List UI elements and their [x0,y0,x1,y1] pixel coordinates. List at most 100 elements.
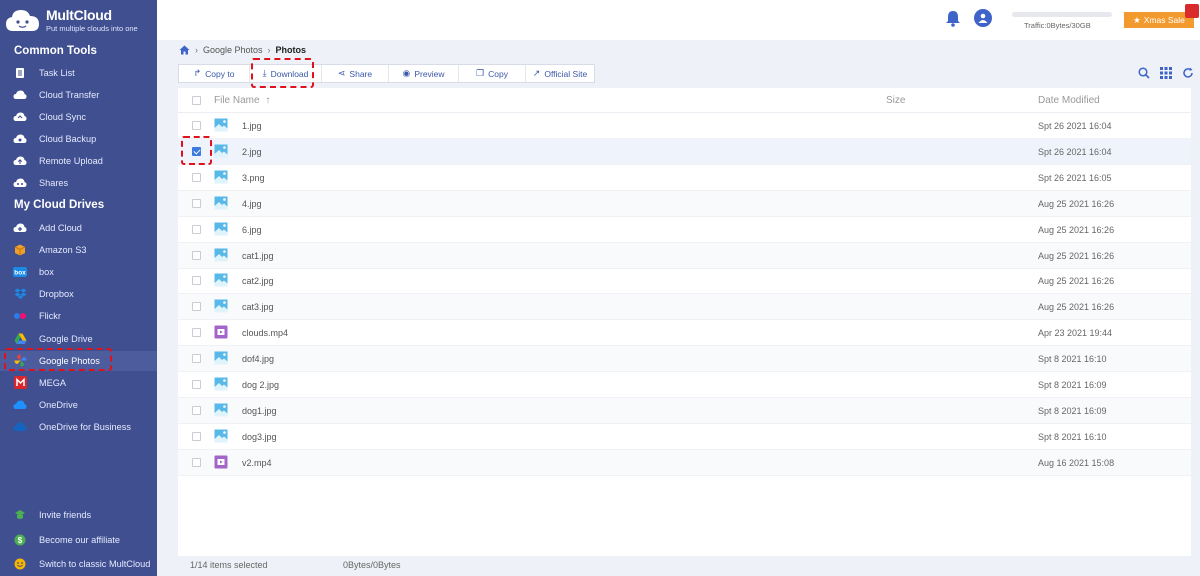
logo[interactable]: MultCloud Put multiple clouds into one [5,5,155,37]
row-checkbox[interactable] [192,224,201,234]
common-tools-title: Common Tools [14,45,97,57]
sidebar-item-shares[interactable]: Shares [0,173,157,193]
table-row[interactable]: dog1.jpg Spt 8 2021 16:09 [178,397,1191,424]
copy-to-button[interactable]: ↱ Copy to [179,65,250,82]
breadcrumb-parent[interactable]: Google Photos [203,45,263,55]
share-button[interactable]: ⋖ Share [322,65,389,82]
home-icon[interactable] [179,45,190,55]
sidebar-item-flickr[interactable]: Flickr [0,306,157,326]
file-date-modified: Spt 26 2021 16:05 [1038,172,1112,183]
refresh-icon[interactable] [1182,67,1194,79]
sidebar-item-remote-upload[interactable]: Remote Upload [0,151,157,171]
file-name[interactable]: clouds.mp4 [242,328,288,338]
table-row[interactable]: dof4.jpg Spt 8 2021 16:10 [178,346,1191,373]
row-checkbox[interactable] [192,380,201,389]
table-row[interactable]: cat2.jpg Aug 25 2021 16:26 [178,268,1191,295]
sidebar-item-cloud-sync[interactable]: Cloud Sync [0,107,157,127]
table-row[interactable]: 3.png Spt 26 2021 16:05 [178,165,1191,191]
row-checkbox[interactable] [192,302,201,312]
file-name[interactable]: 1.jpg [242,121,262,131]
row-checkbox[interactable] [192,250,201,260]
row-checkbox[interactable] [192,354,201,364]
row-checkbox[interactable] [192,198,201,208]
search-icon[interactable] [1138,67,1150,79]
star-icon: ★ [1133,14,1141,25]
sidebar-item-google-photos[interactable]: Google Photos [0,350,157,371]
sidebar-item-switch-to-classic-multcloud[interactable]: Switch to classic MultCloud [0,554,157,574]
file-table: File Name ↑ Size Date Modified 1.jpg Spt … [178,88,1191,556]
file-name[interactable]: dog1.jpg [242,406,277,416]
user-avatar[interactable] [974,9,992,27]
sidebar-item-task-list[interactable]: Task List [0,63,157,83]
file-name[interactable]: 3.png [242,173,265,183]
sidebar-item-box[interactable]: box box [0,262,157,282]
sidebar-item-label: Remote Upload [39,156,103,166]
file-name[interactable]: v2.mp4 [242,458,272,468]
sidebar-item-add-cloud[interactable]: Add Cloud [0,218,157,238]
table-row[interactable]: dog3.jpg Spt 8 2021 16:10 [178,424,1191,450]
file-name[interactable]: 2.jpg [242,147,262,157]
sidebar-item-onedrive[interactable]: OneDrive [0,395,157,415]
file-name[interactable]: dog 2.jpg [242,380,279,390]
column-date-modified[interactable]: Date Modified [1038,95,1100,106]
file-name[interactable]: dog3.jpg [242,432,277,442]
column-file-name[interactable]: File Name ↑ [214,95,270,106]
row-checkbox[interactable] [192,405,201,415]
table-row[interactable]: cat3.jpg Aug 25 2021 16:26 [178,294,1191,321]
sidebar-item-onedrive-for-business[interactable]: OneDrive for Business [0,417,157,437]
download-button[interactable]: ⤓ Download [250,65,322,82]
row-checkbox[interactable] [192,328,201,338]
xmas-sale-label: Xmas Sale [1143,15,1185,25]
sidebar-item-cloud-backup[interactable]: Cloud Backup [0,129,157,149]
sidebar-item-label: Cloud Transfer [39,90,100,100]
file-name[interactable]: cat2.jpg [242,276,274,286]
table-row[interactable]: cat1.jpg Aug 25 2021 16:26 [178,242,1191,269]
svg-text:box: box [14,270,26,277]
sidebar-item-become-our-affiliate[interactable]: $ Become our affiliate [0,530,157,550]
copy-button[interactable]: ❐ Copy [459,65,526,82]
file-name[interactable]: cat1.jpg [242,251,274,261]
table-row[interactable]: 2.jpg Spt 26 2021 16:04 [178,138,1191,165]
table-row[interactable]: v2.mp4 Aug 16 2021 15:08 [178,449,1191,476]
file-name[interactable]: 4.jpg [242,199,262,209]
file-name[interactable]: cat3.jpg [242,302,274,312]
sidebar-item-google-drive[interactable]: Google Drive [0,329,157,349]
grid-view-icon[interactable] [1160,67,1172,79]
sidebar-item-invite-friends[interactable]: Invite friends [0,505,157,525]
google-drive-icon [13,332,27,346]
download-label: Download [270,68,309,79]
table-row[interactable]: dog 2.jpg Spt 8 2021 16:09 [178,372,1191,398]
table-row[interactable]: 1.jpg Spt 26 2021 16:04 [178,113,1191,139]
preview-button[interactable]: ◉ Preview [389,65,459,82]
table-row[interactable]: 4.jpg Aug 25 2021 16:26 [178,190,1191,217]
sidebar-item-mega[interactable]: MEGA [0,373,157,393]
shares-icon [13,176,27,190]
row-checkbox[interactable] [192,121,201,130]
official-site-label: Official Site [544,68,588,79]
table-row[interactable]: 6.jpg Aug 25 2021 16:26 [178,217,1191,243]
add-cloud-icon [13,221,27,235]
select-all-checkbox[interactable] [192,96,201,105]
amazon-s3-icon [13,243,27,257]
table-row[interactable]: clouds.mp4 Apr 23 2021 19:44 [178,320,1191,347]
row-checkbox[interactable] [192,276,201,286]
row-checkbox[interactable] [192,457,201,467]
file-date-modified: Spt 26 2021 16:04 [1038,121,1112,131]
xmas-sale-button[interactable]: ★ Xmas Sale [1124,12,1194,28]
row-checkbox[interactable] [192,172,201,182]
bell-icon[interactable] [945,10,961,27]
row-checkbox[interactable] [192,146,201,156]
row-checkbox[interactable] [192,431,201,441]
file-name[interactable]: dof4.jpg [242,354,274,364]
sidebar-item-cloud-transfer[interactable]: Cloud Transfer [0,85,157,105]
sidebar-item-dropbox[interactable]: Dropbox [0,284,157,304]
file-name[interactable]: 6.jpg [242,225,262,235]
cloud-logo-icon [6,10,39,31]
file-date-modified: Spt 8 2021 16:09 [1038,405,1107,416]
google-photos-icon [13,354,27,368]
column-size[interactable]: Size [886,95,905,106]
image-file-icon [214,144,228,158]
sidebar-item-amazon-s3[interactable]: Amazon S3 [0,240,157,260]
official-site-button[interactable]: ↗ Official Site [526,65,594,82]
my-cloud-drives-title: My Cloud Drives [14,199,105,211]
